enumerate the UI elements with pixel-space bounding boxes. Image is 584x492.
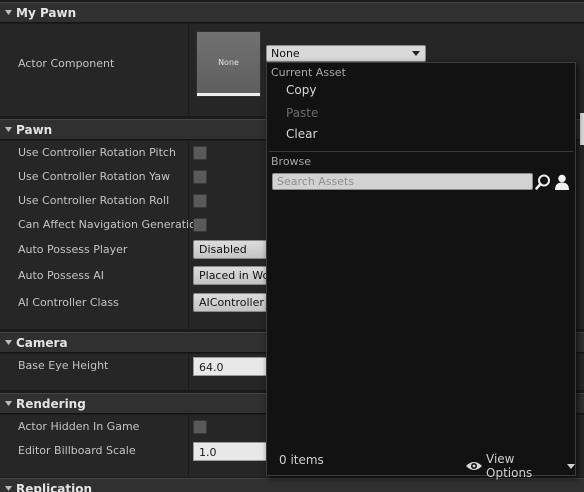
asset-picker-value: None <box>271 47 300 60</box>
expand-arrow-icon <box>5 400 12 407</box>
property-label: Actor Component <box>18 57 115 70</box>
menu-heading-current-asset: Current Asset <box>271 66 346 79</box>
checkbox-use-controller-rotation-roll[interactable] <box>193 194 207 208</box>
checkbox-can-affect-navigation[interactable] <box>193 218 207 232</box>
section-title: Replication <box>16 481 93 492</box>
search-input[interactable] <box>273 174 532 189</box>
menu-item-clear[interactable]: Clear <box>286 127 317 141</box>
billboard-scale-input[interactable]: 1.0 <box>193 442 273 461</box>
search-assets-box[interactable] <box>272 173 533 190</box>
menu-item-copy[interactable]: Copy <box>286 83 316 97</box>
scrollbar-edge[interactable] <box>580 113 584 145</box>
section-title: My Pawn <box>16 5 77 20</box>
property-label: Auto Possess Player <box>18 243 128 256</box>
eye-icon <box>465 460 483 472</box>
asset-picker-combo[interactable]: None <box>266 45 426 62</box>
combo-value: AIController <box>199 296 264 309</box>
checkbox-use-controller-rotation-yaw[interactable] <box>193 170 207 184</box>
auto-possess-player-combo[interactable]: Disabled <box>193 240 273 259</box>
menu-heading-browse: Browse <box>271 155 312 168</box>
property-label: Can Affect Navigation Generation <box>18 218 203 231</box>
user-icon[interactable] <box>554 173 570 191</box>
auto-possess-ai-combo[interactable]: Placed in World <box>193 266 273 285</box>
property-label: Auto Possess AI <box>18 269 104 282</box>
checkbox-actor-hidden-in-game[interactable] <box>193 420 207 434</box>
thumbnail-bar <box>197 93 260 96</box>
view-options-label: View Options <box>486 452 533 480</box>
expand-arrow-icon <box>5 126 12 133</box>
search-icon[interactable] <box>535 174 551 190</box>
ai-controller-class-combo[interactable]: AIController <box>193 293 271 312</box>
property-label: Use Controller Rotation Roll <box>18 194 170 207</box>
property-label: AI Controller Class <box>18 296 119 309</box>
property-label: Use Controller Rotation Pitch <box>18 146 176 159</box>
section-title: Pawn <box>16 122 53 137</box>
asset-thumbnail[interactable]: None <box>196 31 261 97</box>
checkbox-use-controller-rotation-pitch[interactable] <box>193 146 207 160</box>
property-label: Use Controller Rotation Yaw <box>18 170 171 183</box>
base-eye-height-input[interactable]: 64.0 <box>193 357 273 376</box>
asset-picker-menu: Current Asset Copy Paste Clear Browse 0 … <box>266 62 576 480</box>
expand-arrow-icon <box>5 9 12 16</box>
expand-arrow-icon <box>5 339 12 346</box>
view-options-button[interactable]: View Options <box>465 452 575 480</box>
property-label: Base Eye Height <box>18 359 109 372</box>
chevron-down-icon <box>412 51 420 56</box>
section-title: Rendering <box>16 396 86 411</box>
property-label: Editor Billboard Scale <box>18 444 136 457</box>
section-header-replication[interactable]: Replication <box>0 478 584 492</box>
section-header-my-pawn[interactable]: My Pawn <box>0 2 584 23</box>
menu-separator <box>269 151 573 152</box>
thumbnail-label: None <box>197 32 260 93</box>
details-panel: My Pawn Actor Component None None Pawn U… <box>0 0 584 492</box>
expand-arrow-icon <box>5 485 12 492</box>
section-title: Camera <box>16 335 68 350</box>
items-count: 0 items <box>279 453 324 467</box>
combo-value: Placed in World <box>199 269 272 282</box>
property-label: Actor Hidden In Game <box>18 420 140 433</box>
combo-value: Disabled <box>199 243 247 256</box>
menu-item-paste[interactable]: Paste <box>286 106 318 120</box>
chevron-down-icon <box>567 463 575 469</box>
